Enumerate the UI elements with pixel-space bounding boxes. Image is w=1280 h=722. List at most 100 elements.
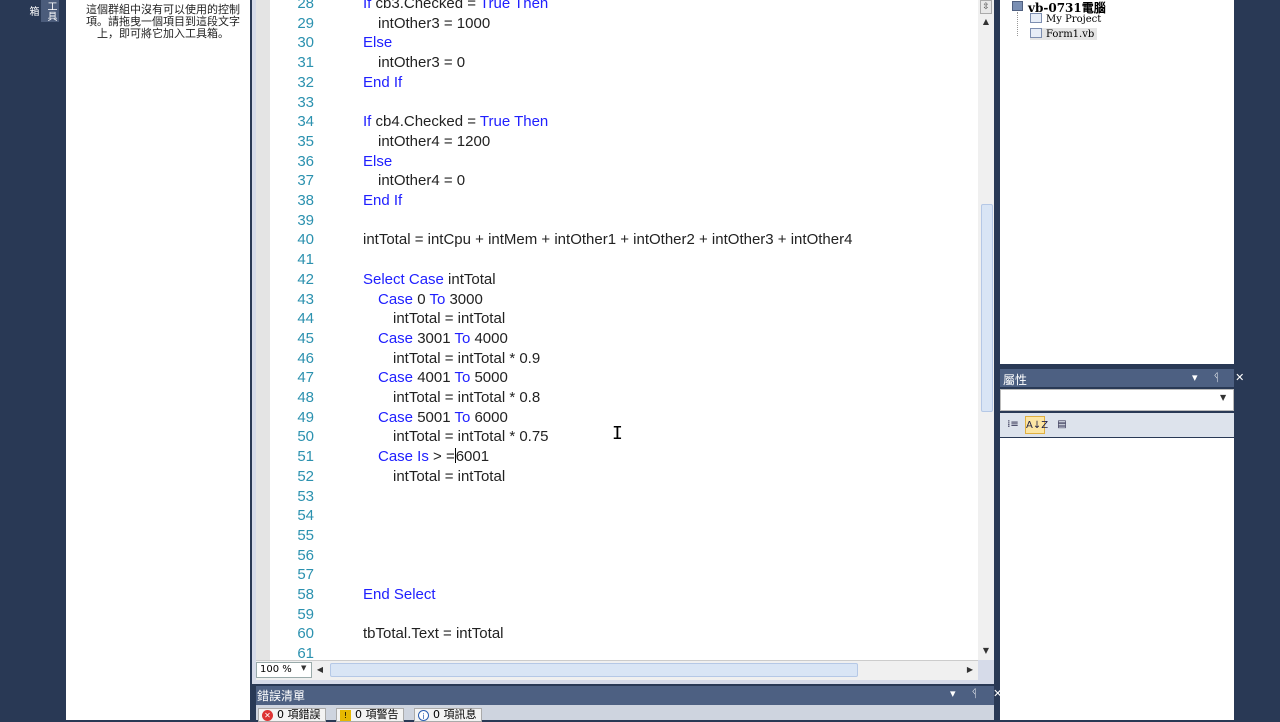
- horizontal-scroll-thumb[interactable]: [330, 663, 858, 677]
- code-line[interactable]: 35 intOther4 = 1200: [270, 132, 970, 152]
- code-line[interactable]: 52 intTotal = intTotal: [270, 467, 970, 487]
- code-text[interactable]: If cb4.Checked = True Then: [363, 112, 548, 132]
- code-line[interactable]: 57: [270, 565, 970, 585]
- code-line[interactable]: 53: [270, 487, 970, 507]
- keyword-token: If: [363, 113, 376, 131]
- properties-window-controls[interactable]: ▾ ᛩ ✕: [1192, 371, 1250, 384]
- tree-item-form1[interactable]: Form1.vb: [1030, 28, 1098, 40]
- code-line[interactable]: 44 intTotal = intTotal: [270, 309, 970, 329]
- categorized-icon[interactable]: ⁞≡: [1003, 416, 1023, 434]
- code-line[interactable]: 54: [270, 506, 970, 526]
- code-line[interactable]: 59: [270, 605, 970, 625]
- ide-left-strip: [0, 0, 40, 720]
- code-line[interactable]: 30 Else: [270, 33, 970, 53]
- line-number: 56: [297, 546, 314, 564]
- code-text[interactable]: Case 5001 To 6000: [378, 408, 508, 428]
- code-line[interactable]: 46 intTotal = intTotal * 0.9: [270, 349, 970, 369]
- code-text[interactable]: intTotal = intTotal: [393, 467, 505, 487]
- code-text[interactable]: intOther3 = 0: [378, 53, 465, 73]
- keyword-token: Case: [378, 369, 418, 387]
- code-text[interactable]: Case 0 To 3000: [378, 290, 483, 310]
- code-line[interactable]: 38 End If: [270, 191, 970, 211]
- code-line[interactable]: 43 Case 0 To 3000: [270, 290, 970, 310]
- code-line[interactable]: 61: [270, 644, 970, 660]
- code-text[interactable]: Else: [363, 33, 392, 53]
- keyword-token: To: [454, 329, 475, 347]
- code-line[interactable]: 36 Else: [270, 152, 970, 172]
- code-editor[interactable]: 28 If cb3.Checked = True Then 29 intOther3 …: [270, 0, 978, 660]
- code-line[interactable]: 31 intOther3 = 0: [270, 53, 970, 73]
- code-line[interactable]: 29 intOther3 = 1000: [270, 14, 970, 34]
- chevron-down-icon[interactable]: ▼: [301, 664, 306, 672]
- tree-item-my-project[interactable]: My Project: [1030, 13, 1101, 25]
- object-selector[interactable]: [1000, 389, 1234, 411]
- toolbox-tab[interactable]: 工具箱: [27, 0, 59, 22]
- code-token: 4000: [474, 329, 508, 347]
- code-line[interactable]: 51 Case Is > =6001: [270, 447, 970, 467]
- code-text[interactable]: intTotal = intTotal * 0.8: [393, 388, 540, 408]
- code-token: tbTotal.Text = intTotal: [363, 625, 504, 643]
- code-text[interactable]: Case Is > =6001: [378, 447, 489, 467]
- keyword-token: End Select: [363, 586, 436, 603]
- code-line[interactable]: 41: [270, 250, 970, 270]
- code-token: 3001: [417, 329, 455, 347]
- code-text[interactable]: Select Case intTotal: [363, 270, 496, 290]
- code-line[interactable]: 28 If cb3.Checked = True Then: [270, 0, 970, 14]
- chevron-down-icon[interactable]: ▼: [1220, 393, 1226, 402]
- code-line[interactable]: 45 Case 3001 To 4000: [270, 329, 970, 349]
- line-number: 59: [297, 605, 314, 623]
- vertical-scroll-thumb[interactable]: [981, 204, 993, 412]
- error-list-title: 錯誤清單: [257, 689, 306, 703]
- split-handle-icon[interactable]: ⇳: [980, 0, 992, 14]
- code-text[interactable]: intTotal = intCpu + intMem + intOther1 +…: [363, 230, 852, 250]
- code-line[interactable]: 33: [270, 93, 970, 113]
- code-line[interactable]: 42 Select Case intTotal: [270, 270, 970, 290]
- property-pages-icon[interactable]: ▤: [1052, 416, 1072, 434]
- code-line[interactable]: 48 intTotal = intTotal * 0.8: [270, 388, 970, 408]
- code-text[interactable]: End If: [363, 191, 402, 211]
- code-text[interactable]: intTotal = intTotal * 0.9: [393, 349, 540, 369]
- code-line[interactable]: 56: [270, 546, 970, 566]
- scroll-up-icon[interactable]: ▲: [980, 16, 992, 28]
- code-text[interactable]: Case 3001 To 4000: [378, 329, 508, 349]
- code-text[interactable]: intTotal = intTotal: [393, 309, 505, 329]
- alphabetical-sort-icon[interactable]: A↓Z: [1025, 416, 1048, 434]
- code-line[interactable]: 32 End If: [270, 73, 970, 93]
- line-number: 50: [297, 428, 314, 446]
- code-text[interactable]: intTotal = intTotal * 0.75: [393, 427, 549, 447]
- code-text[interactable]: intOther4 = 0: [378, 171, 465, 191]
- code-text[interactable]: End Select: [363, 585, 436, 605]
- keyword-token: To: [454, 369, 475, 387]
- code-token: 5001: [417, 408, 455, 426]
- code-text[interactable]: tbTotal.Text = intTotal: [363, 624, 504, 644]
- scroll-left-icon[interactable]: ◀: [314, 664, 326, 676]
- code-text[interactable]: Else: [363, 152, 392, 172]
- code-token: intTotal = intTotal * 0.75: [393, 428, 549, 446]
- code-text[interactable]: Case 4001 To 5000: [378, 368, 508, 388]
- scroll-right-icon[interactable]: ▶: [964, 664, 976, 676]
- folder-icon: [1030, 13, 1042, 23]
- scroll-down-icon[interactable]: ▼: [980, 645, 992, 657]
- code-line[interactable]: 40 intTotal = intCpu + intMem + intOther1…: [270, 230, 970, 250]
- line-number: 46: [297, 349, 314, 367]
- line-number: 60: [297, 625, 314, 643]
- code-line[interactable]: 58 End Select: [270, 585, 970, 605]
- code-token: 6000: [474, 408, 508, 426]
- code-line[interactable]: 60 tbTotal.Text = intTotal: [270, 624, 970, 644]
- ibeam-cursor-icon: I: [612, 423, 623, 444]
- info-icon: i: [418, 710, 429, 721]
- code-line[interactable]: 47 Case 4001 To 5000: [270, 368, 970, 388]
- code-token: 5000: [474, 369, 508, 387]
- code-line[interactable]: 34 If cb4.Checked = True Then: [270, 112, 970, 132]
- code-line[interactable]: 39: [270, 211, 970, 231]
- code-text[interactable]: intOther3 = 1000: [378, 14, 490, 34]
- code-text[interactable]: End If: [363, 73, 402, 93]
- code-line[interactable]: 55: [270, 526, 970, 546]
- keyword-token: End If: [363, 73, 403, 91]
- code-line[interactable]: 37 intOther4 = 0: [270, 171, 970, 191]
- line-number: 37: [297, 172, 314, 190]
- properties-grid[interactable]: [1000, 438, 1234, 720]
- code-text[interactable]: intOther4 = 1200: [378, 132, 490, 152]
- code-text[interactable]: If cb3.Checked = True Then: [363, 0, 548, 14]
- keyword-token: Case: [378, 290, 418, 308]
